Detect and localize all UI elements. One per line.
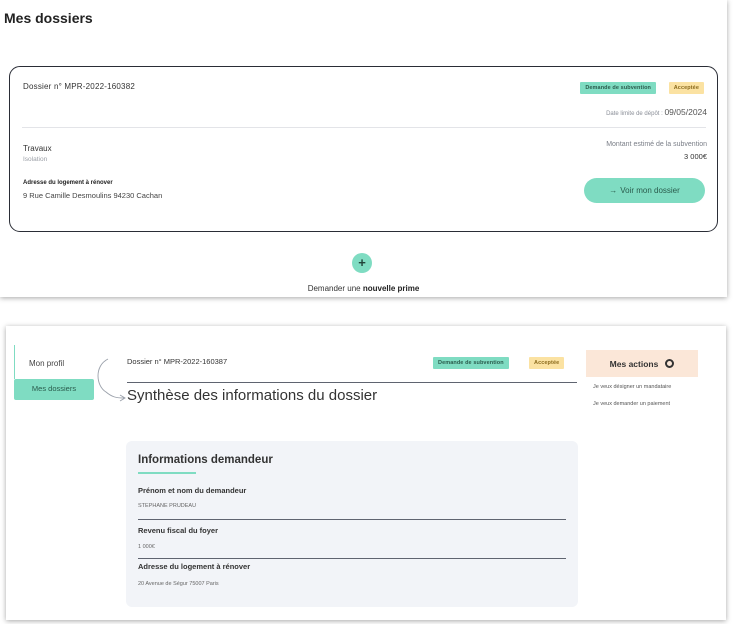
address-label: Adresse du logement à rénover	[23, 180, 113, 186]
address-value: 9 Rue Camille Desmoulins 94230 Cachan	[23, 191, 163, 200]
date-label: Date limite de dépôt :	[606, 111, 663, 117]
sidebar-item-profil[interactable]: Mon profil	[14, 345, 84, 379]
mes-actions-header[interactable]: Mes actions	[586, 350, 698, 377]
sidebar-item-label: Mon profil	[29, 359, 65, 368]
add-prime-button[interactable]: +	[352, 253, 372, 273]
dossier-number: Dossier n° MPR-2022-160387	[127, 357, 228, 366]
field-label-adresse: Adresse du logement à rénover	[138, 562, 251, 571]
mes-dossiers-panel: Mes dossiers Dossier n° MPR-2022-160382 …	[0, 0, 727, 297]
field-value-adresse: 20 Avenue de Ségur 75007 Paris	[138, 581, 219, 587]
sidebar-item-dossiers[interactable]: Mes dossiers	[14, 379, 94, 400]
status-badge-type: Demande de subvention	[580, 82, 656, 94]
voir-dossier-label: Voir mon dossier	[620, 186, 680, 195]
gear-icon	[665, 359, 675, 368]
dossier-number: Dossier n° MPR-2022-160382	[23, 82, 136, 91]
status-badge-type: Demande de subvention	[433, 357, 509, 369]
voir-dossier-button[interactable]: → Voir mon dossier	[584, 178, 705, 203]
status-badge-state: Acceptée	[668, 82, 704, 94]
sidebar-item-label: Mes dossiers	[31, 384, 77, 393]
page-title: Mes dossiers	[4, 10, 93, 26]
travaux-label: Travaux	[23, 144, 52, 153]
plus-icon: +	[358, 255, 366, 270]
action-mandataire-link[interactable]: Je veux désigner un mandataire	[593, 384, 671, 390]
title-underline	[138, 472, 196, 474]
status-badge-state: Acceptée	[529, 357, 565, 369]
dossier-detail-panel: Mon profil Mes dossiers Dossier n° MPR-2…	[6, 326, 726, 620]
add-prime-prefix: Demander une	[307, 284, 361, 293]
divider	[127, 382, 577, 383]
arrow-right-icon: →	[609, 186, 618, 195]
travaux-value: Isolation	[23, 156, 48, 163]
action-paiement-link[interactable]: Je veux demander un paiement	[593, 401, 670, 407]
section-title: Synthèse des informations du dossier	[127, 387, 378, 404]
field-value-revenu: 1 000€	[138, 544, 155, 550]
dossier-card: Dossier n° MPR-2022-160382 Demande de su…	[9, 66, 718, 232]
field-divider	[138, 519, 566, 520]
date-value: 09/05/2024	[664, 107, 707, 117]
date-line: Date limite de dépôt : 09/05/2024	[606, 107, 707, 117]
field-divider	[138, 558, 566, 559]
add-prime-label[interactable]: Demander une nouvelle prime	[0, 284, 727, 293]
connector-arrow-icon	[97, 358, 126, 402]
card-title: Informations demandeur	[138, 454, 273, 466]
field-label-nom: Prénom et nom du demandeur	[138, 486, 247, 495]
divider	[22, 127, 706, 128]
montant-label: Montant estimé de la subvention	[606, 141, 707, 148]
field-value-nom: STEPHANE PRUDEAU	[138, 503, 197, 509]
montant-value: 3 000€	[684, 152, 707, 161]
add-prime-bold: nouvelle prime	[362, 284, 420, 293]
informations-demandeur-card: Informations demandeur Prénom et nom du …	[126, 441, 578, 607]
mes-actions-title: Mes actions	[609, 358, 659, 369]
field-label-revenu: Revenu fiscal du foyer	[138, 526, 219, 535]
